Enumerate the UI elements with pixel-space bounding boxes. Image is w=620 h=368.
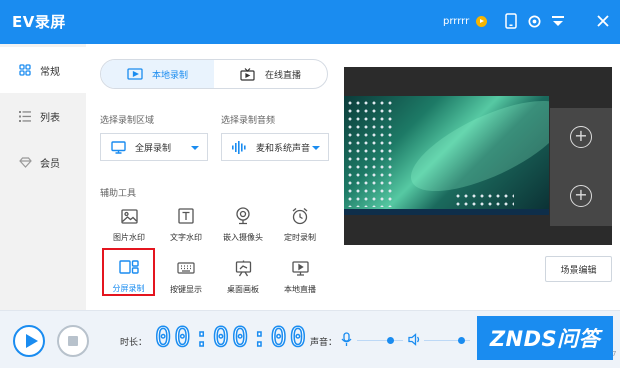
menu-icon[interactable] xyxy=(549,12,567,30)
gear-icon[interactable] xyxy=(525,12,543,30)
close-icon[interactable] xyxy=(594,12,612,30)
tab-local-record[interactable]: 本地录制 xyxy=(101,60,214,88)
sidebar-item-label: 列表 xyxy=(40,112,60,124)
tool-webcam[interactable]: 嵌入摄像头 xyxy=(216,203,270,249)
tool-label: 本地直播 xyxy=(284,285,316,294)
webcam-icon xyxy=(232,205,254,227)
tool-label: 定时录制 xyxy=(284,233,316,242)
speaker-icon[interactable] xyxy=(408,333,421,349)
volume-label: 声音： xyxy=(310,338,338,348)
tool-label: 嵌入摄像头 xyxy=(223,233,263,242)
sidebar-item-general[interactable]: 常规 xyxy=(0,47,86,93)
text-icon xyxy=(175,205,197,227)
version-fragment: 7 xyxy=(612,350,617,358)
record-area-label: 选择录制区域 xyxy=(100,116,155,126)
easel-icon xyxy=(232,257,254,279)
sidebar-item-list[interactable]: 列表 xyxy=(0,93,86,139)
user-name[interactable]: prrrrr xyxy=(443,16,469,27)
tool-key-display[interactable]: 按键显示 xyxy=(159,255,213,301)
tab-label: 本地录制 xyxy=(151,70,188,81)
split-slot-2[interactable]: + xyxy=(550,167,612,226)
audio-wave-icon xyxy=(231,140,247,154)
diamond-icon xyxy=(18,155,32,169)
tool-label: 按键显示 xyxy=(170,285,202,294)
alarm-clock-icon xyxy=(289,205,311,227)
tab-label: 在线直播 xyxy=(264,70,301,81)
grid-icon xyxy=(18,63,32,77)
monitor-icon xyxy=(110,140,126,154)
tool-label: 分屏录制 xyxy=(112,284,145,293)
coin-icon[interactable] xyxy=(476,16,487,27)
add-icon[interactable]: + xyxy=(570,126,592,148)
tool-text-watermark[interactable]: 文字水印 xyxy=(159,203,213,249)
image-icon xyxy=(118,205,140,227)
record-area-select[interactable]: 全屏录制 xyxy=(100,133,208,161)
start-record-button[interactable] xyxy=(13,325,45,357)
tab-live-stream[interactable]: 在线直播 xyxy=(214,60,327,88)
tool-split-screen[interactable]: 分屏录制 xyxy=(102,248,155,296)
desktop-preview xyxy=(344,96,549,215)
mic-volume-slider[interactable] xyxy=(357,337,403,344)
record-icon xyxy=(127,67,143,81)
chevron-down-icon xyxy=(312,146,320,150)
tools-label: 辅助工具 xyxy=(100,189,137,199)
record-audio-value: 麦和系统声音 xyxy=(256,143,311,154)
app-title: EV录屏 xyxy=(12,13,66,31)
record-area-value: 全屏录制 xyxy=(135,143,172,154)
sidebar-item-vip[interactable]: 会员 xyxy=(0,139,86,185)
title-bar: EV录屏 prrrrr xyxy=(0,0,620,44)
split-screen-icon xyxy=(118,256,140,278)
record-audio-select[interactable]: 麦和系统声音 xyxy=(221,133,329,161)
chevron-down-icon xyxy=(191,146,199,150)
monitor-play-icon xyxy=(289,257,311,279)
mic-icon[interactable] xyxy=(341,332,352,350)
tool-scheduled-record[interactable]: 定时录制 xyxy=(273,203,327,249)
split-slot-1[interactable]: + xyxy=(550,108,612,167)
list-icon xyxy=(18,109,32,123)
tool-label: 图片水印 xyxy=(113,233,145,242)
sidebar-item-label: 会员 xyxy=(40,158,60,170)
tool-local-live[interactable]: 本地直播 xyxy=(273,255,327,301)
mode-tabs: 本地录制 在线直播 xyxy=(100,59,328,89)
duration-timer: 00:00:00 xyxy=(154,321,310,354)
speaker-volume-slider[interactable] xyxy=(424,337,470,344)
speaker-volume-knob[interactable] xyxy=(458,337,466,344)
phone-icon[interactable] xyxy=(502,12,520,30)
sidebar: 常规 列表 会员 xyxy=(0,44,86,310)
preview-panel: + + xyxy=(344,67,612,245)
znds-watermark: ZNDS问答 xyxy=(477,316,613,360)
tool-image-watermark[interactable]: 图片水印 xyxy=(102,203,156,249)
tool-desktop-board[interactable]: 桌面画板 xyxy=(216,255,270,301)
add-icon[interactable]: + xyxy=(570,185,592,207)
scene-edit-button[interactable]: 场景编辑 xyxy=(545,256,612,282)
tool-label: 文字水印 xyxy=(170,233,202,242)
sidebar-item-label: 常规 xyxy=(40,66,60,78)
tv-icon xyxy=(240,67,256,81)
keyboard-icon xyxy=(175,257,197,279)
stop-record-button[interactable] xyxy=(57,325,89,357)
tool-label: 桌面画板 xyxy=(227,285,259,294)
record-audio-label: 选择录制音频 xyxy=(221,116,276,126)
mic-volume-knob[interactable] xyxy=(387,337,395,344)
duration-label: 时长： xyxy=(120,338,148,348)
